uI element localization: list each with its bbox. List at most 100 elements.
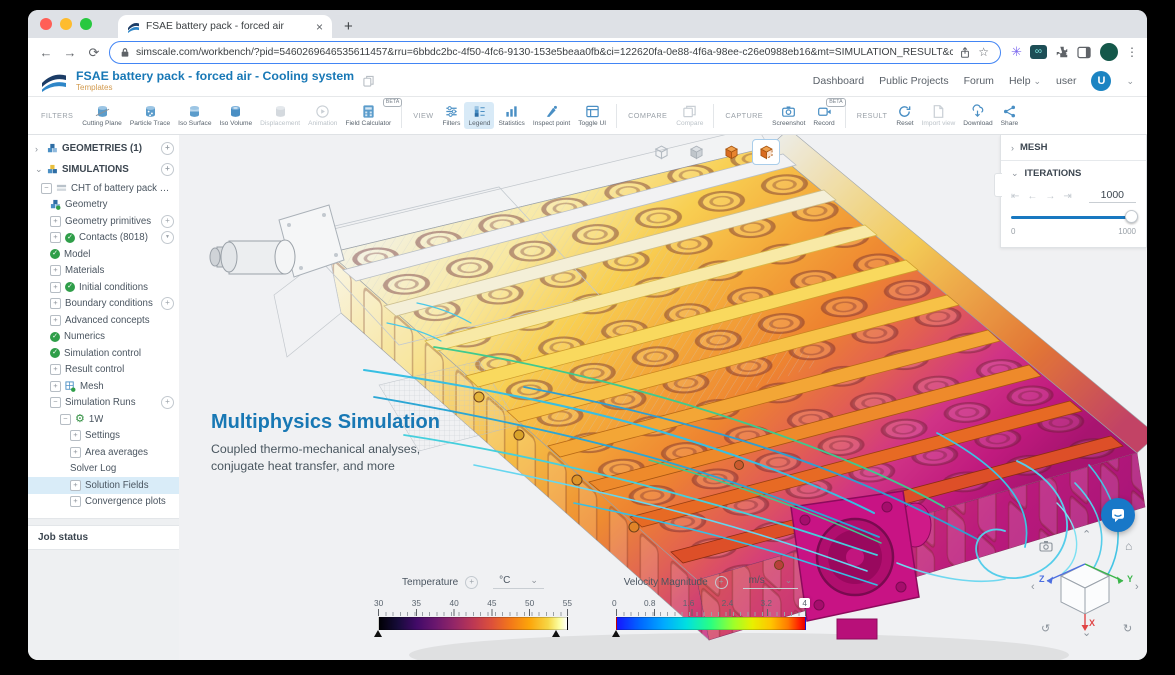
toolbar-field-calculator[interactable]: BETA Field Calculator [341,102,395,129]
navigation-cube[interactable]: ⌃ ⌄ ‹ › ⌂ ↺ ↻ Y Z X [1031,532,1143,638]
window-zoom-button[interactable] [80,18,92,30]
velocity-colorbar[interactable] [616,617,806,630]
temperature-colorbar[interactable] [378,617,568,630]
previous-iteration-icon[interactable]: ← [1027,191,1037,202]
expand-icon[interactable]: + [50,282,61,293]
orbit-left-icon[interactable]: ‹ [1031,582,1035,593]
tree-item-settings[interactable]: + Settings [28,428,179,445]
tree-item-area-averages[interactable]: + Area averages [28,444,179,461]
tree-item-solution-fields[interactable]: + Solution Fields [28,477,179,494]
filter-icon[interactable]: ▼ [161,231,174,244]
extension-infinity-icon[interactable]: ∞ [1030,45,1047,59]
new-tab-button[interactable]: + [344,18,353,35]
home-view-icon[interactable]: ⌂ [1125,540,1132,552]
toolbar-download[interactable]: Download [959,102,996,129]
range-marker-min[interactable] [612,630,620,637]
project-title[interactable]: FSAE battery pack - forced air - Cooling… [76,69,354,83]
temperature-options-icon[interactable]: + [465,576,478,589]
tree-item-boundary-conditions[interactable]: + Boundary conditions + [28,296,179,313]
chevron-down-icon[interactable]: ⌄ [35,164,44,175]
share-page-icon[interactable] [959,46,971,59]
range-marker-min[interactable] [374,630,382,637]
support-chat-button[interactable] [1101,498,1135,532]
address-bar[interactable]: simscale.com/workbench/?pid=546026964653… [109,41,1001,64]
toolbar-screenshot[interactable]: Screenshot [768,102,809,129]
user-avatar[interactable]: U [1091,71,1111,91]
collapse-icon[interactable]: − [41,183,52,194]
slider-track[interactable] [1011,216,1134,219]
expand-icon[interactable]: + [70,480,81,491]
expand-icon[interactable]: + [50,298,61,309]
expand-icon[interactable]: + [50,364,61,375]
toolbar-particle-trace[interactable]: Particle Trace [126,102,174,129]
expand-icon[interactable]: + [50,381,61,392]
copy-icon[interactable] [363,75,374,87]
velocity-options-icon[interactable]: + [715,576,728,589]
tree-item-mesh[interactable]: + Mesh [28,378,179,395]
velocity-unit-select[interactable]: m/s ⌄ [743,575,799,589]
tab-close-icon[interactable]: × [316,21,323,33]
temperature-unit-select[interactable]: °C ⌄ [493,575,544,589]
tree-item-result-control[interactable]: + Result control [28,362,179,379]
velocity-legend-title[interactable]: Velocity Magnitude [624,577,708,588]
tree-item-solver-log[interactable]: Solver Log [28,461,179,478]
nav-forum[interactable]: Forum [964,75,994,87]
extensions-puzzle-icon[interactable] [1055,45,1069,59]
expand-icon[interactable]: + [50,232,61,243]
job-status-section[interactable]: Job status [28,525,179,550]
tree-item-contacts[interactable]: + ✓ Contacts (8018) ▼ [28,230,179,247]
toolbar-cutting-plane[interactable]: Cutting Plane [78,102,126,129]
range-marker-max[interactable] [552,630,560,637]
toolbar-legend[interactable]: Legend [464,102,494,129]
render-mode-solid-button[interactable] [717,139,745,165]
tree-section-geometries[interactable]: › GEOMETRIES (1) + [28,138,179,159]
nav-help[interactable]: Help ⌄ [1009,75,1041,87]
toolbar-inspect-point[interactable]: Inspect point [529,102,574,129]
tree-item-numerics[interactable]: ✓ Numerics [28,329,179,346]
iteration-slider[interactable] [1011,210,1136,224]
browser-menu-icon[interactable]: ⋮ [1126,45,1138,59]
mesh-section-header[interactable]: › MESH [1001,135,1146,161]
first-iteration-icon[interactable]: ⇤ [1011,191,1019,202]
add-geometry-button[interactable]: + [161,142,174,155]
tree-item-advanced-concepts[interactable]: + Advanced concepts [28,312,179,329]
tree-item-run-1w[interactable]: − ⚙ 1W [28,411,179,428]
toolbar-iso-surface[interactable]: Iso Surface [174,102,215,129]
temperature-legend-title[interactable]: Temperature [402,577,458,588]
collapse-icon[interactable]: − [60,414,71,425]
panel-collapse-handle[interactable] [994,173,1002,197]
nav-public-projects[interactable]: Public Projects [879,75,948,87]
render-mode-wireframe-button[interactable] [647,139,675,165]
collapse-icon[interactable]: − [50,397,61,408]
add-primitive-button[interactable]: + [161,215,174,228]
project-subtitle[interactable]: Templates [76,83,354,92]
tree-item-cht[interactable]: − CHT of battery pack with Jou... [28,180,179,197]
user-menu-caret-icon[interactable]: ⌄ [1126,76,1134,87]
orbit-down-icon[interactable]: ⌄ [1082,628,1091,639]
tree-item-materials[interactable]: + Materials [28,263,179,280]
side-panel-icon[interactable] [1077,46,1092,59]
window-close-button[interactable] [40,18,52,30]
bookmark-star-icon[interactable]: ☆ [977,46,990,58]
toolbar-iso-volume[interactable]: Iso Volume [216,102,257,129]
toolbar-share[interactable]: Share [997,102,1023,129]
chevron-right-icon[interactable]: › [35,144,44,154]
toolbar-filters[interactable]: Filters [439,102,465,129]
slider-handle[interactable] [1125,210,1138,223]
window-minimize-button[interactable] [60,18,72,30]
browser-profile-avatar[interactable] [1100,43,1118,61]
toolbar-reset[interactable]: Reset [892,102,917,129]
toolbar-toggle-ui[interactable]: Toggle UI [574,102,610,129]
expand-icon[interactable]: + [70,496,81,507]
tree-item-geometry[interactable]: Geometry [28,197,179,214]
expand-icon[interactable]: + [50,315,61,326]
extension-icon[interactable]: ✳ [1011,44,1022,60]
tree-item-geometry-primitives[interactable]: + Geometry primitives + [28,213,179,230]
add-simulation-button[interactable]: + [161,163,174,176]
tree-item-simulation-runs[interactable]: − Simulation Runs + [28,395,179,412]
back-icon[interactable]: ← [37,46,55,59]
iteration-value[interactable]: 1000 [1089,189,1136,203]
add-run-button[interactable]: + [161,396,174,409]
tree-section-simulations[interactable]: ⌄ SIMULATIONS + [28,159,179,180]
3d-viewport[interactable]: Multiphysics Simulation Coupled thermo-m… [179,135,1147,660]
